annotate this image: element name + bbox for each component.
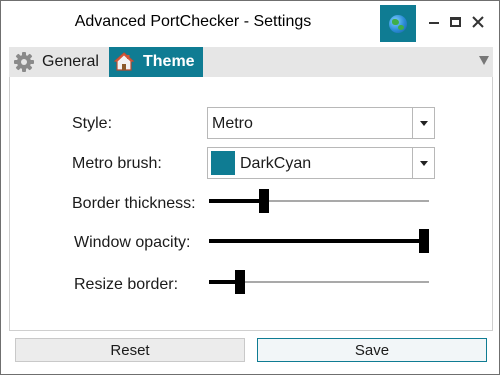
globe-icon — [389, 14, 407, 33]
tab-overflow-dropdown-icon[interactable] — [479, 56, 489, 65]
brush-label: Metro brush: — [72, 155, 162, 172]
tab-theme[interactable]: Theme — [109, 47, 203, 77]
resize-border-slider[interactable] — [209, 270, 429, 294]
close-icon — [472, 16, 484, 28]
slider-thumb[interactable] — [259, 189, 269, 213]
minimize-button[interactable] — [423, 11, 445, 33]
brush-value: DarkCyan — [240, 155, 312, 172]
home-icon — [113, 51, 135, 73]
resize-border-label: Resize border: — [74, 276, 179, 293]
style-combobox[interactable]: Metro — [207, 107, 435, 139]
tab-general[interactable]: General — [9, 47, 109, 77]
title-bar[interactable]: Advanced PortChecker - Settings — [1, 1, 499, 45]
chevron-down-icon — [412, 108, 434, 138]
settings-window: Advanced PortChecker - Settings General … — [0, 0, 500, 375]
theme-panel: Style: Metro Metro brush: DarkCyan Borde… — [9, 77, 493, 331]
border-thickness-label: Border thickness: — [72, 195, 196, 212]
slider-thumb[interactable] — [419, 229, 429, 253]
save-button[interactable]: Save — [257, 338, 487, 362]
color-swatch — [211, 151, 235, 175]
slider-fill — [209, 239, 424, 243]
close-button[interactable] — [467, 11, 489, 33]
style-value: Metro — [212, 115, 253, 132]
gear-icon — [13, 51, 35, 73]
reset-button[interactable]: Reset — [15, 338, 245, 362]
border-thickness-slider[interactable] — [209, 189, 429, 213]
chevron-down-icon — [412, 148, 434, 178]
tab-strip: General Theme — [9, 47, 493, 77]
minimize-icon — [429, 22, 439, 24]
app-icon[interactable] — [380, 5, 416, 42]
maximize-button[interactable] — [444, 11, 466, 33]
brush-combobox[interactable]: DarkCyan — [207, 147, 435, 179]
style-label: Style: — [72, 115, 113, 132]
slider-fill — [209, 199, 264, 203]
window-opacity-label: Window opacity: — [74, 234, 191, 251]
window-opacity-slider[interactable] — [209, 229, 429, 253]
window-title: Advanced PortChecker - Settings — [74, 13, 312, 30]
tab-theme-label: Theme — [143, 53, 195, 70]
slider-thumb[interactable] — [234, 270, 245, 294]
tab-general-label: General — [42, 53, 99, 70]
maximize-icon — [449, 17, 461, 27]
